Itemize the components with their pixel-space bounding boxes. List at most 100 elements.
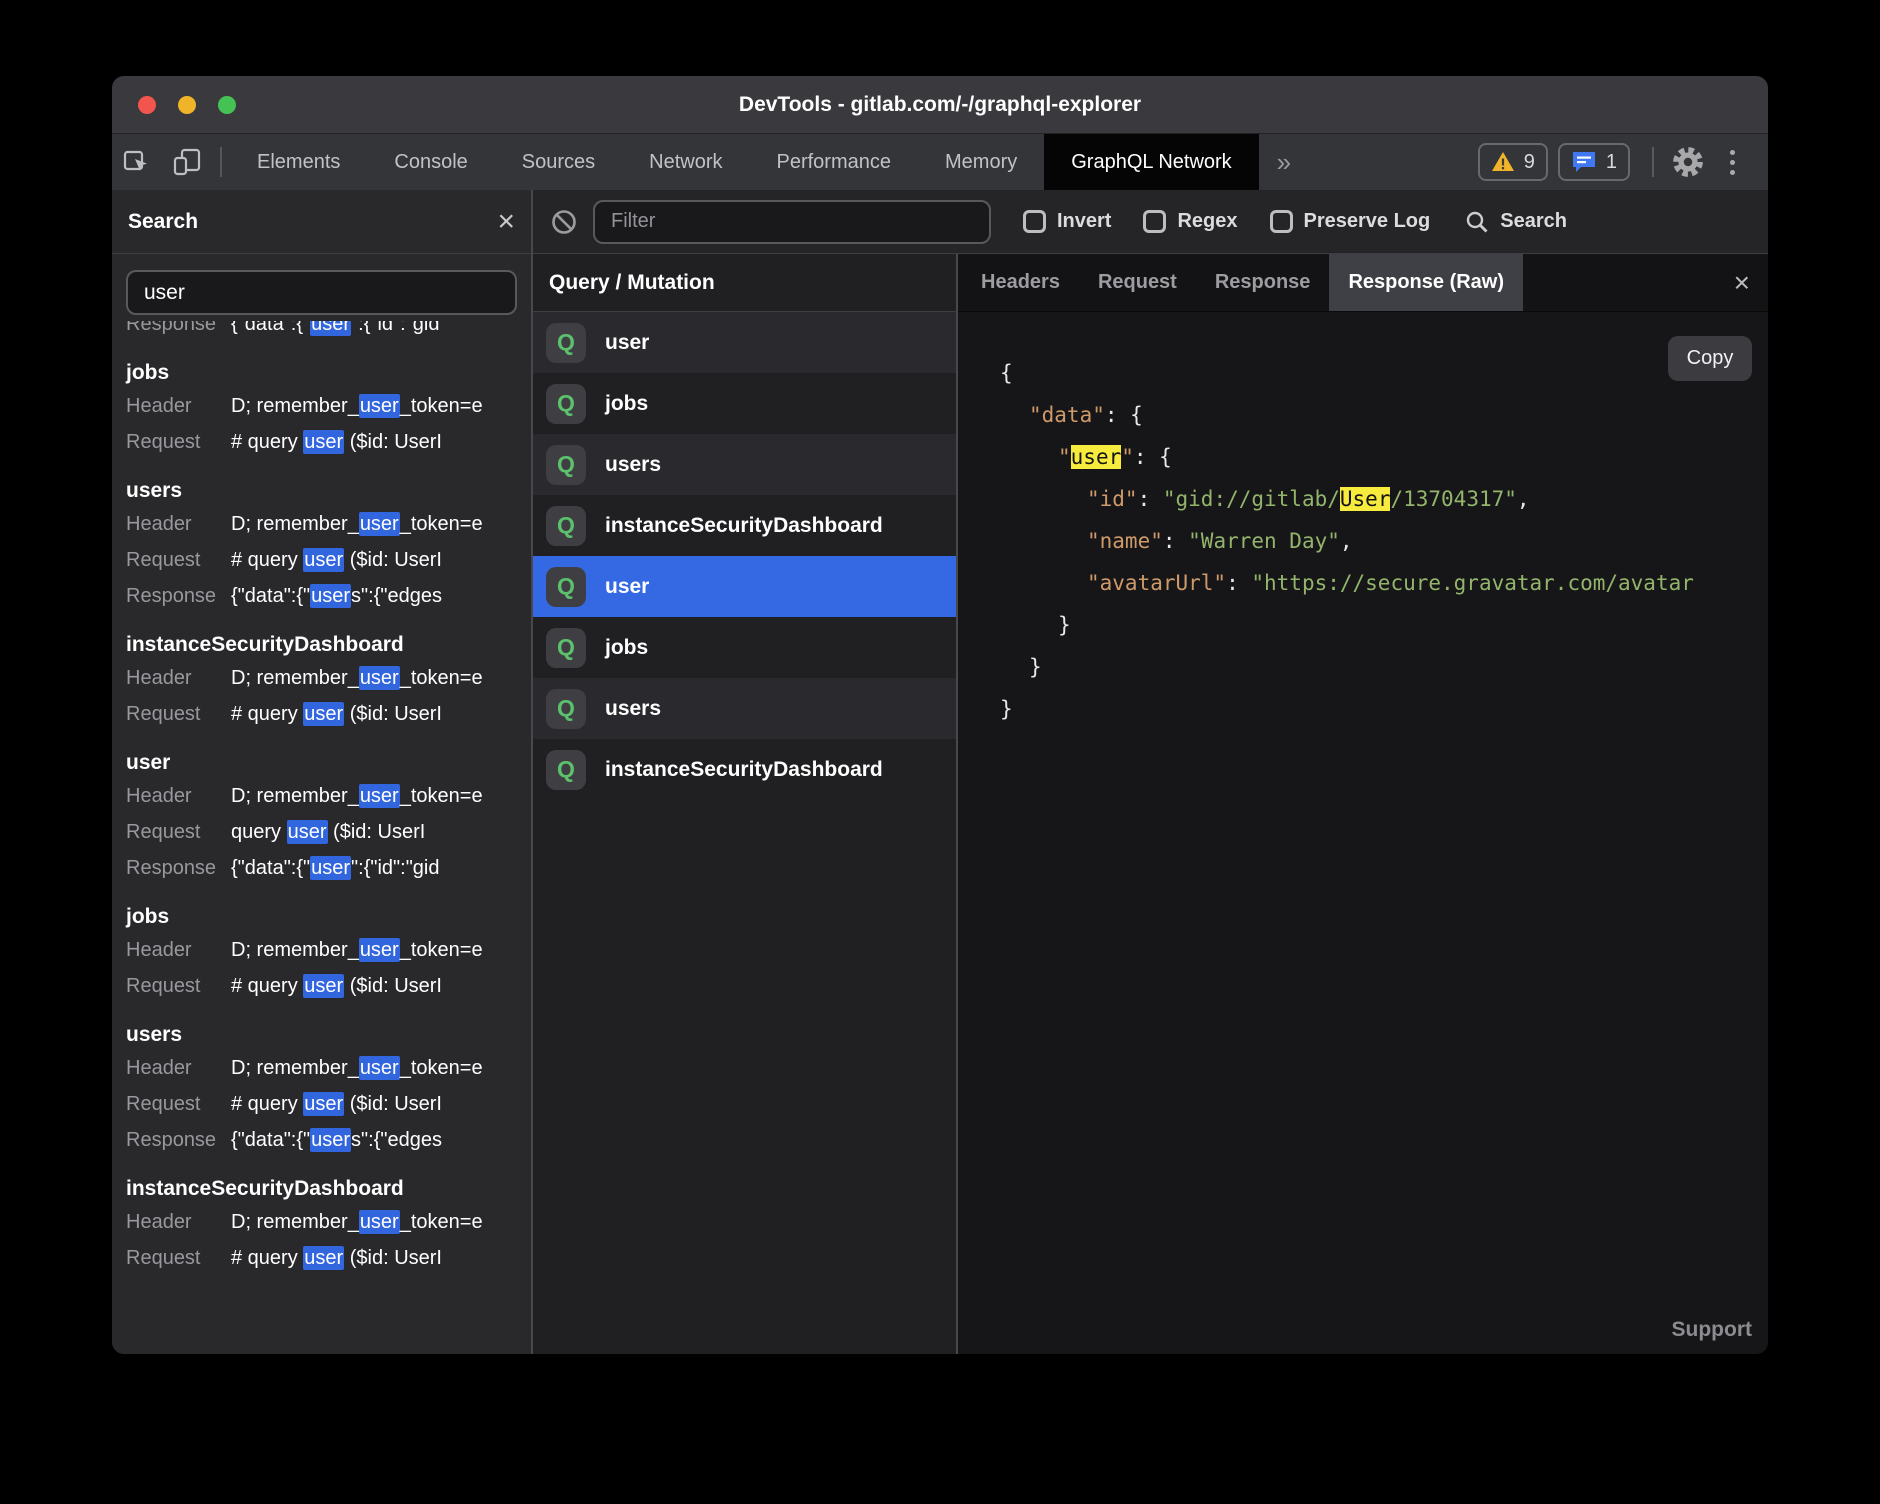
query-list-header: Query / Mutation <box>533 254 956 312</box>
search-result-group: users HeaderD; remember_user_token=e Req… <box>126 1019 531 1158</box>
search-result-line[interactable]: Request# query user ($id: UserI <box>126 424 531 460</box>
search-toggle[interactable]: Search <box>1464 209 1567 235</box>
query-icon: Q <box>546 567 586 607</box>
json-viewer: { "data": { "user": { "id": "gid://gitla… <box>1000 352 1768 730</box>
titlebar: DevTools - gitlab.com/-/graphql-explorer <box>112 76 1768 134</box>
query-list-item[interactable]: QinstanceSecurityDashboard <box>533 739 956 800</box>
warning-count: 9 <box>1524 151 1535 174</box>
search-result-group: user HeaderD; remember_user_token=e Requ… <box>126 747 531 886</box>
tab-request[interactable]: Request <box>1079 254 1196 311</box>
search-result-group: jobs HeaderD; remember_user_token=e Requ… <box>126 901 531 1004</box>
toolbar-spacer <box>1309 134 1478 190</box>
toolbar-divider <box>220 147 222 177</box>
tab-sources[interactable]: Sources <box>495 134 622 190</box>
close-icon[interactable]: × <box>497 207 515 237</box>
search-results: Response{"data":{"user":{"id":"gid jobs … <box>112 321 531 1354</box>
device-toolbar-icon[interactable] <box>162 134 212 190</box>
response-panel: Headers Request Response Response (Raw) … <box>958 254 1768 1354</box>
invert-checkbox-group: Invert <box>1023 210 1111 233</box>
tab-network[interactable]: Network <box>622 134 749 190</box>
warning-icon <box>1491 151 1515 173</box>
search-result-line[interactable]: Request# query user ($id: UserI <box>126 696 531 732</box>
search-result-line[interactable]: HeaderD; remember_user_token=e <box>126 660 531 696</box>
invert-label: Invert <box>1057 210 1111 233</box>
query-list-item-selected[interactable]: Quser <box>533 556 956 617</box>
settings-gear-icon[interactable] <box>1666 134 1710 190</box>
regex-checkbox[interactable] <box>1143 210 1166 233</box>
devtools-window: DevTools - gitlab.com/-/graphql-explorer… <box>112 76 1768 1354</box>
query-list-item[interactable]: Qjobs <box>533 617 956 678</box>
support-link[interactable]: Support <box>1672 1318 1752 1342</box>
tab-performance[interactable]: Performance <box>750 134 919 190</box>
result-group-title[interactable]: user <box>126 747 531 778</box>
window-title: DevTools - gitlab.com/-/graphql-explorer <box>112 93 1768 117</box>
warnings-badge[interactable]: 9 <box>1478 143 1548 181</box>
tab-response[interactable]: Response <box>1196 254 1330 311</box>
tab-console[interactable]: Console <box>367 134 494 190</box>
kebab-menu-icon[interactable] <box>1710 134 1754 190</box>
preserve-log-checkbox[interactable] <box>1270 210 1293 233</box>
result-group-title[interactable]: users <box>126 475 531 506</box>
message-icon <box>1571 150 1597 174</box>
tab-response-raw[interactable]: Response (Raw) <box>1329 254 1523 311</box>
search-result-line[interactable]: Request# query user ($id: UserI <box>126 542 531 578</box>
query-list-item[interactable]: Quser <box>533 312 956 373</box>
find-match-highlight: User <box>1340 487 1391 511</box>
search-result-line[interactable]: Request# query user ($id: UserI <box>126 968 531 1004</box>
traffic-lights <box>138 96 236 114</box>
result-group-title[interactable]: instanceSecurityDashboard <box>126 629 531 660</box>
query-list-item[interactable]: Qusers <box>533 678 956 739</box>
tab-memory[interactable]: Memory <box>918 134 1044 190</box>
search-result-line[interactable]: HeaderD; remember_user_token=e <box>126 506 531 542</box>
search-result-line[interactable]: HeaderD; remember_user_token=e <box>126 1050 531 1086</box>
search-result-line[interactable]: Response{"data":{"users":{"edges <box>126 1122 531 1158</box>
query-list: Quser Qjobs Qusers QinstanceSecurityDash… <box>533 312 956 800</box>
search-input-row <box>112 254 531 321</box>
messages-badge[interactable]: 1 <box>1558 143 1630 181</box>
inspect-element-icon[interactable] <box>112 134 162 190</box>
window-zoom-button[interactable] <box>218 96 236 114</box>
response-tabs: Headers Request Response Response (Raw) … <box>958 254 1768 312</box>
query-list-item[interactable]: Qusers <box>533 434 956 495</box>
search-result-line[interactable]: HeaderD; remember_user_token=e <box>126 932 531 968</box>
result-group-title[interactable]: jobs <box>126 357 531 388</box>
invert-checkbox[interactable] <box>1023 210 1046 233</box>
result-group-title[interactable]: jobs <box>126 901 531 932</box>
query-icon: Q <box>546 445 586 485</box>
window-close-button[interactable] <box>138 96 156 114</box>
filter-input[interactable] <box>593 200 991 244</box>
network-main-area: Invert Regex Preserve Log Search <box>533 190 1768 1354</box>
result-group-title[interactable]: instanceSecurityDashboard <box>126 1173 531 1204</box>
search-result-line[interactable]: HeaderD; remember_user_token=e <box>126 1204 531 1240</box>
window-minimize-button[interactable] <box>178 96 196 114</box>
tab-graphql-network[interactable]: GraphQL Network <box>1044 134 1258 190</box>
query-list-item[interactable]: Qjobs <box>533 373 956 434</box>
tab-elements[interactable]: Elements <box>230 134 367 190</box>
query-icon: Q <box>546 384 586 424</box>
search-result-line[interactable]: Request# query user ($id: UserI <box>126 1240 531 1276</box>
clear-ban-icon[interactable] <box>549 207 579 237</box>
search-result-line-clipped[interactable]: Response{"data":{"user":{"id":"gid <box>126 321 531 342</box>
search-result-line[interactable]: Request# query user ($id: UserI <box>126 1086 531 1122</box>
search-result-line[interactable]: Response{"data":{"user":{"id":"gid <box>126 850 531 886</box>
message-count: 1 <box>1606 151 1617 174</box>
search-panel-title: Search <box>128 210 198 234</box>
copy-button[interactable]: Copy <box>1668 336 1752 381</box>
query-mutation-panel: Query / Mutation Quser Qjobs Qusers Qins… <box>533 254 956 1354</box>
result-group-title[interactable]: users <box>126 1019 531 1050</box>
search-result-line[interactable]: Response{"data":{"users":{"edges <box>126 578 531 614</box>
query-icon: Q <box>546 628 586 668</box>
close-icon[interactable]: × <box>1734 267 1750 299</box>
response-raw-body: Copy { "data": { "user": { "id": "gid://… <box>958 312 1768 1354</box>
tab-headers[interactable]: Headers <box>962 254 1079 311</box>
search-result-line[interactable]: HeaderD; remember_user_token=e <box>126 388 531 424</box>
search-input[interactable] <box>126 270 517 315</box>
more-tabs-icon[interactable]: » <box>1259 134 1309 190</box>
devtools-content: Search × Response{"data":{"user":{"id":"… <box>112 190 1768 1354</box>
query-list-item[interactable]: QinstanceSecurityDashboard <box>533 495 956 556</box>
search-result-line[interactable]: Requestquery user ($id: UserI <box>126 814 531 850</box>
search-result-line[interactable]: HeaderD; remember_user_token=e <box>126 778 531 814</box>
search-result-group: instanceSecurityDashboard HeaderD; remem… <box>126 629 531 732</box>
query-icon: Q <box>546 323 586 363</box>
preserve-log-label: Preserve Log <box>1304 210 1431 233</box>
